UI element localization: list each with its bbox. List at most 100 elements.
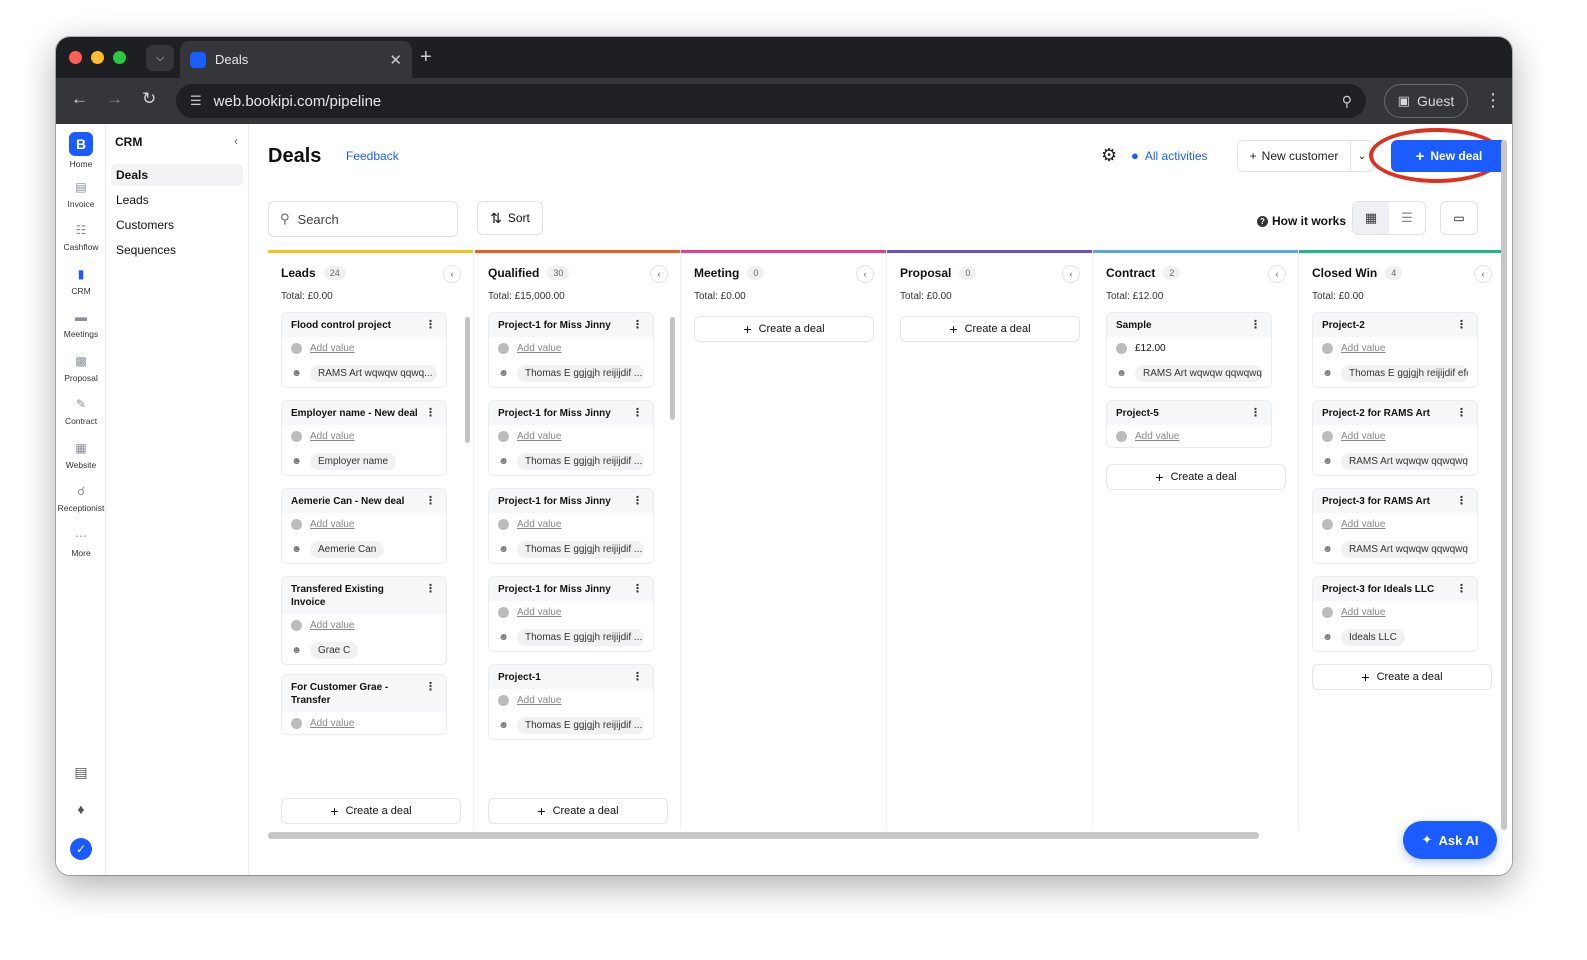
archive-icon[interactable]: ▭ <box>1440 201 1478 235</box>
rail-item-meetings[interactable]: ▬ Meetings <box>56 310 106 339</box>
card-menu-icon[interactable]: ⋮ <box>1250 407 1261 420</box>
add-value-link[interactable]: Add value <box>1341 519 1385 530</box>
card-menu-icon[interactable]: ⋮ <box>1250 319 1261 332</box>
deal-card[interactable]: Project-3 for RAMS Art ⋮ Add value ☻ RAMS Ar… <box>1312 488 1478 564</box>
contact-chip[interactable]: Thomas E ggjgjh reijijdif ... <box>517 716 644 734</box>
tab-search-button[interactable]: ⌵ <box>146 45 174 71</box>
card-menu-icon[interactable]: ⋮ <box>1456 319 1467 332</box>
add-value-link[interactable]: Add value <box>1341 607 1385 618</box>
subnav-item-customers[interactable]: Customers <box>111 214 243 236</box>
how-it-works-link[interactable]: ? How it works <box>1257 214 1346 228</box>
profile-button[interactable]: ▣ Guest <box>1384 84 1468 118</box>
collapse-subnav-icon[interactable]: ‹ <box>234 134 238 148</box>
board-view-icon[interactable]: ▦ <box>1353 202 1389 234</box>
deal-card[interactable]: Project-1 for Miss Jinny ⋮ Add value ☻ Thoma… <box>488 400 654 476</box>
collapse-column-icon[interactable]: ‹ <box>1474 265 1492 283</box>
add-value-link[interactable]: Add value <box>1341 431 1385 442</box>
settings-gear-icon[interactable]: ⚙ <box>1101 145 1117 166</box>
close-window-button[interactable] <box>69 51 82 64</box>
feedback-link[interactable]: Feedback <box>346 149 399 163</box>
create-deal-button[interactable]: + Create a deal <box>694 316 874 342</box>
contact-chip[interactable]: Employer name <box>310 452 397 470</box>
deal-card[interactable]: Project-3 for Ideals LLC ⋮ Add value ☻ Ideal… <box>1312 576 1478 652</box>
ask-ai-button[interactable]: ✦ Ask AI <box>1403 821 1497 859</box>
add-value-link[interactable]: Add value <box>517 607 561 618</box>
card-menu-icon[interactable]: ⋮ <box>632 495 643 508</box>
contact-chip[interactable]: Grae C <box>310 641 359 659</box>
browser-tab[interactable]: Deals ✕ <box>180 41 412 78</box>
card-menu-icon[interactable]: ⋮ <box>425 319 436 332</box>
create-deal-button[interactable]: + Create a deal <box>488 798 668 824</box>
deal-card[interactable]: Project-1 for Miss Jinny ⋮ Add value ☻ Thoma… <box>488 488 654 564</box>
rail-item-website[interactable]: ▦ Website <box>56 441 106 470</box>
maximize-window-button[interactable] <box>113 51 126 64</box>
minimize-window-button[interactable] <box>91 51 104 64</box>
add-value-link[interactable]: Add value <box>310 519 354 530</box>
deal-card[interactable]: For Customer Grae - Transfer ⋮ Add value <box>281 674 447 735</box>
create-deal-button[interactable]: + Create a deal <box>281 798 461 824</box>
card-menu-icon[interactable]: ⋮ <box>1456 583 1467 596</box>
rail-item-proposal[interactable]: ▩ Proposal <box>56 354 106 383</box>
search-input[interactable]: ⚲ Search <box>268 201 458 237</box>
subnav-item-leads[interactable]: Leads <box>111 189 243 211</box>
deal-card[interactable]: Sample ⋮ £12.00 ☻ RAMS Art wqwqw qqwqwq ... <box>1106 312 1272 388</box>
create-deal-button[interactable]: + Create a deal <box>1312 664 1492 690</box>
page-vertical-scrollbar[interactable] <box>1501 140 1507 830</box>
card-menu-icon[interactable]: ⋮ <box>632 583 643 596</box>
checklist-button[interactable]: ✓ <box>56 838 106 860</box>
card-menu-icon[interactable]: ⋮ <box>1456 495 1467 508</box>
deal-card[interactable]: Project-1 for Miss Jinny ⋮ Add value ☻ Thoma… <box>488 312 654 388</box>
add-value-link[interactable]: Add value <box>310 431 354 442</box>
add-value-link[interactable]: Add value <box>310 620 354 631</box>
rail-item-contract[interactable]: ✎ Contract <box>56 397 106 426</box>
zoom-search-icon[interactable]: ⚲ <box>1342 93 1352 110</box>
card-menu-icon[interactable]: ⋮ <box>425 583 436 596</box>
rail-item-more[interactable]: ⋯ More <box>56 529 106 558</box>
board-horizontal-scrollbar[interactable] <box>268 832 1259 839</box>
add-value-link[interactable]: Add value <box>310 343 354 354</box>
reload-icon[interactable]: ↻ <box>142 89 156 109</box>
deal-card[interactable]: Project-2 for RAMS Art ⋮ Add value ☻ RAMS Ar… <box>1312 400 1478 476</box>
add-value-link[interactable]: Add value <box>1135 431 1179 442</box>
contact-chip[interactable]: RAMS Art wqwqw qqwqwq ... <box>1135 364 1262 382</box>
contact-chip[interactable]: RAMS Art wqwqw qqwqwq ... <box>1341 540 1468 558</box>
rail-item-home[interactable]: B Home <box>56 132 106 169</box>
deal-card[interactable]: Project-2 ⋮ Add value ☻ Thomas E ggjgjh reij… <box>1312 312 1478 388</box>
add-value-link[interactable]: Add value <box>517 431 561 442</box>
collapse-column-icon[interactable]: ‹ <box>1062 265 1080 283</box>
new-deal-button[interactable]: + New deal <box>1391 140 1507 172</box>
card-menu-icon[interactable]: ⋮ <box>425 495 436 508</box>
close-tab-icon[interactable]: ✕ <box>389 51 402 69</box>
add-value-link[interactable]: Add value <box>310 718 354 729</box>
forward-icon[interactable]: → <box>106 89 123 109</box>
deal-card[interactable]: Flood control project ⋮ Add value ☻ RAMS Art… <box>281 312 447 388</box>
contact-chip[interactable]: Aemerie Can <box>310 540 385 558</box>
back-icon[interactable]: ← <box>71 89 88 109</box>
list-view-icon[interactable]: ☰ <box>1389 202 1425 234</box>
rail-item-receptionist[interactable]: ☌ Receptionist <box>56 484 106 513</box>
create-deal-button[interactable]: + Create a deal <box>900 316 1080 342</box>
url-field[interactable]: ☰ web.bookipi.com/pipeline ⚲ <box>176 84 1366 118</box>
contact-chip[interactable]: RAMS Art wqwqw qqwqwq ... <box>1341 452 1468 470</box>
sort-button[interactable]: ⇅ Sort <box>477 201 543 235</box>
collapse-column-icon[interactable]: ‹ <box>856 265 874 283</box>
card-menu-icon[interactable]: ⋮ <box>1456 407 1467 420</box>
deal-card[interactable]: Project-1 for Miss Jinny ⋮ Add value ☻ Thoma… <box>488 576 654 652</box>
browser-menu-icon[interactable]: ⋮ <box>1484 90 1502 111</box>
contact-chip[interactable]: Thomas E ggjgjh reijijdif efd... <box>1341 364 1468 382</box>
notifications-button[interactable]: ♦ <box>56 801 106 821</box>
card-menu-icon[interactable]: ⋮ <box>632 671 643 684</box>
new-customer-button[interactable]: + New customer <box>1238 141 1351 171</box>
contact-chip[interactable]: Ideals LLC <box>1341 628 1405 646</box>
subnav-item-deals[interactable]: Deals <box>111 164 243 186</box>
collapse-column-icon[interactable]: ‹ <box>443 265 461 283</box>
add-value-link[interactable]: Add value <box>517 519 561 530</box>
add-value-link[interactable]: Add value <box>1341 343 1385 354</box>
add-value-link[interactable]: Add value <box>517 695 561 706</box>
card-menu-icon[interactable]: ⋮ <box>425 407 436 420</box>
card-menu-icon[interactable]: ⋮ <box>632 319 643 332</box>
contact-chip[interactable]: Thomas E ggjgjh reijijdif ... <box>517 452 644 470</box>
collapse-column-icon[interactable]: ‹ <box>1268 265 1286 283</box>
contact-chip[interactable]: Thomas E ggjgjh reijijdif ... <box>517 628 644 646</box>
gift-button[interactable]: ▤ <box>56 764 106 784</box>
